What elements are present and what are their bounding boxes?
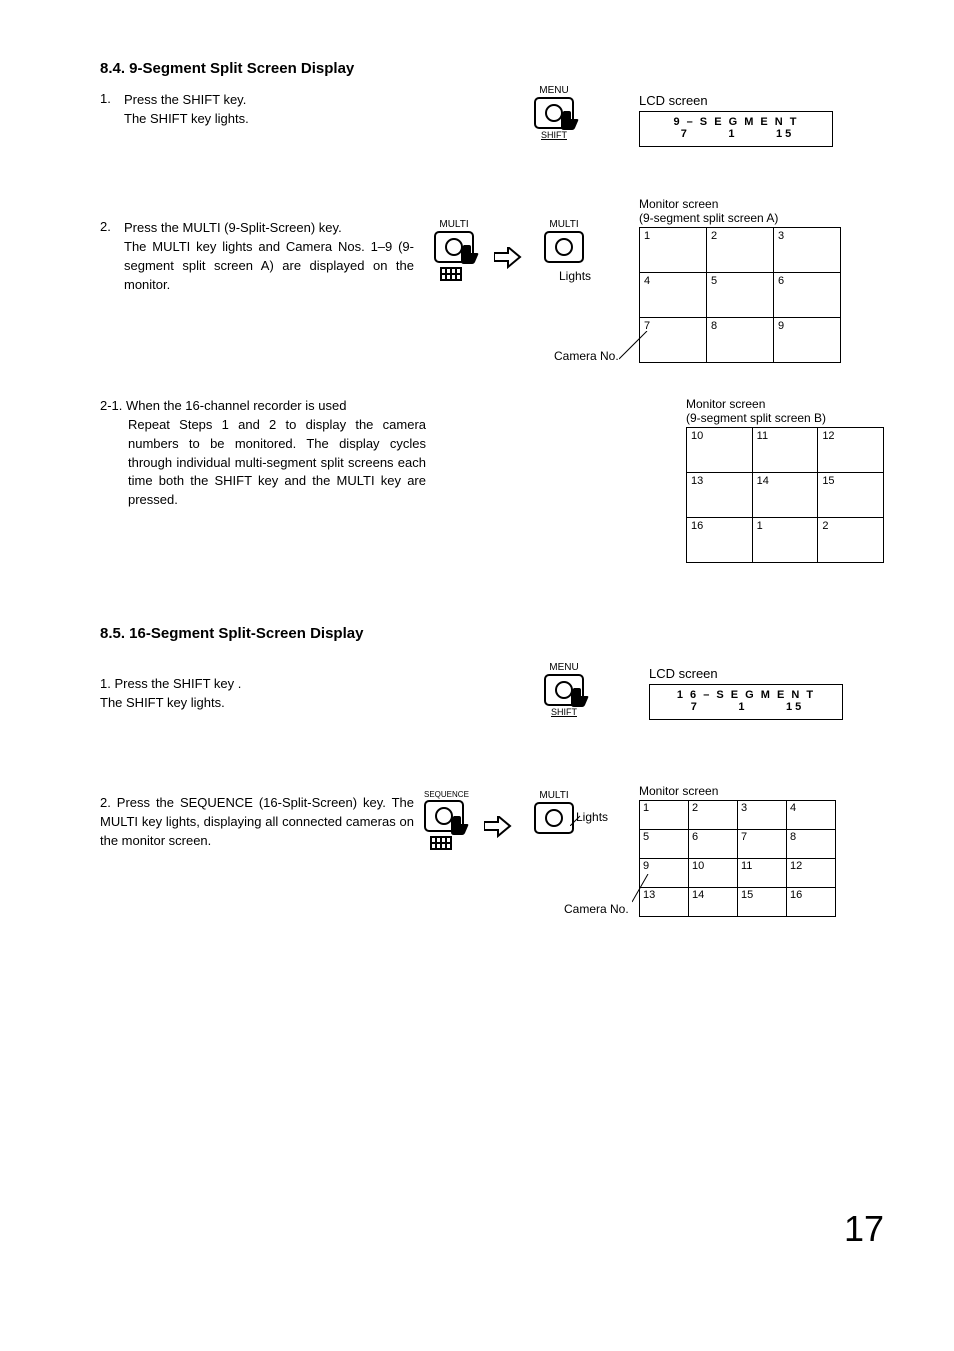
step-body: 2. Press the SEQUENCE (16-Split-Screen) …	[100, 794, 414, 851]
page-number: 17	[844, 1208, 884, 1250]
multi-key-icon: MULTI	[434, 219, 474, 281]
step-body: 2-1. When the 16-channel recorder is use…	[100, 397, 426, 510]
camera-no-label: Camera No.	[564, 902, 629, 916]
step-body: Press the SHIFT key. The SHIFT key light…	[124, 91, 414, 129]
page: 8.4. 9-Segment Split Screen Display 1. P…	[0, 0, 954, 1290]
monitor-label: Monitor screen	[639, 197, 718, 211]
multi-key-lit-icon: MULTI	[534, 790, 574, 834]
step-num: 2.	[100, 219, 124, 234]
step-84-2: 2. Press the MULTI (9-Split-Screen) key.…	[100, 219, 884, 379]
lcd-screen: 1 6 – S E G M E N T 7 1 1 5	[649, 684, 843, 720]
step-84-2-1: 2-1. When the 16-channel recorder is use…	[100, 397, 884, 577]
step-84-1: 1. Press the SHIFT key. The SHIFT key li…	[100, 91, 884, 201]
monitor-grid-b: 101112 131415 1612	[686, 427, 884, 563]
lights-label: Lights	[559, 269, 591, 283]
multi-key-lit-icon: MULTI	[544, 219, 584, 263]
monitor-grid-a: 123 456 789	[639, 227, 841, 363]
hand-icon	[460, 245, 482, 267]
lcd-label: LCD screen	[649, 666, 718, 681]
shift-key-icon: MENU SHIFT	[544, 662, 584, 717]
hand-icon	[570, 688, 592, 710]
step-body: 1. Press the SHIFT key . The SHIFT key l…	[100, 656, 414, 713]
heading-84: 8.4. 9-Segment Split Screen Display	[100, 60, 884, 77]
camera-no-label: Camera No.	[554, 349, 619, 363]
shift-key-icon: MENU SHIFT	[534, 85, 574, 140]
heading-85: 8.5. 16-Segment Split-Screen Display	[100, 625, 884, 642]
monitor-label: Monitor screen	[639, 784, 718, 798]
step-num: 1.	[100, 91, 124, 106]
monitor-label: Monitor screen	[686, 397, 765, 411]
monitor-sub-label: (9-segment split screen A)	[639, 211, 778, 225]
step-body: Press the MULTI (9-Split-Screen) key. Th…	[124, 219, 414, 294]
grid-icon	[430, 836, 452, 850]
monitor-grid-16: 1234 5678 9101112 13141516	[639, 800, 836, 917]
lcd-screen: 9 – S E G M E N T 7 1 1 5	[639, 111, 833, 147]
callout-line-icon	[570, 814, 582, 826]
step-85-1: 1. Press the SHIFT key . The SHIFT key l…	[100, 656, 884, 776]
arrow-icon	[484, 816, 512, 838]
monitor-sub-label: (9-segment split screen B)	[686, 411, 826, 425]
lcd-label: LCD screen	[639, 93, 708, 108]
step-85-2: 2. Press the SEQUENCE (16-Split-Screen) …	[100, 794, 884, 964]
callout-line-icon	[632, 874, 652, 904]
callout-line-icon	[619, 331, 649, 361]
arrow-icon	[494, 247, 522, 269]
hand-icon	[450, 816, 472, 838]
hand-icon	[560, 111, 582, 133]
grid-icon	[440, 267, 462, 281]
sequence-key-icon: SEQUENCE	[424, 790, 469, 850]
